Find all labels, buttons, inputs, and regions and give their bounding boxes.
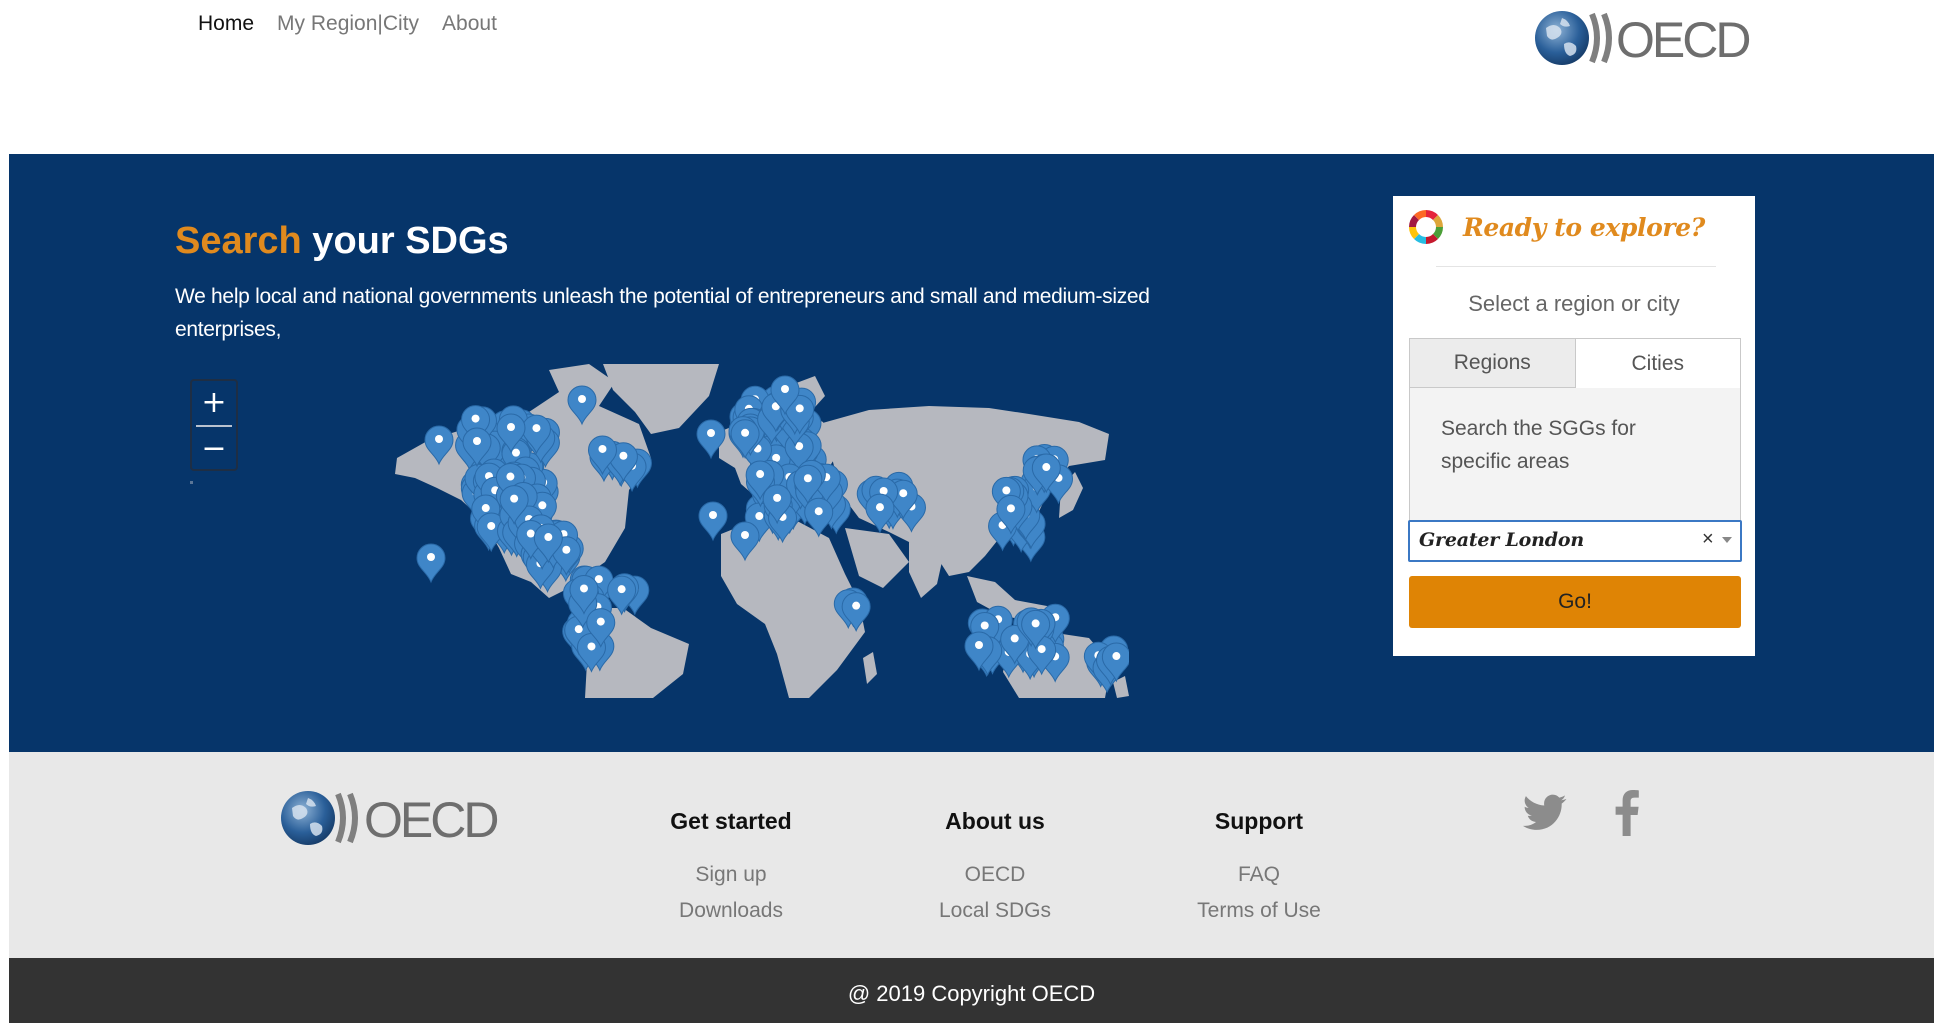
map-marker-dot: [526, 529, 535, 538]
map-marker-dot: [773, 493, 782, 502]
region-city-tabs: Regions Cities: [1409, 338, 1741, 388]
panel-divider: [1436, 266, 1716, 267]
hero-section: Search your SDGs We help local and natio…: [9, 154, 1934, 752]
map-marker-dot: [1006, 504, 1015, 513]
facebook-icon[interactable]: [1615, 790, 1639, 836]
map-marker-dot: [619, 451, 628, 460]
zoom-in-button[interactable]: +: [192, 381, 236, 425]
copyright-bar: @ 2019 Copyright OECD: [9, 958, 1934, 1023]
map-zoom-control: + −: [190, 379, 238, 471]
oecd-logo-text: OECD: [1616, 12, 1749, 68]
map-marker-dot: [578, 395, 586, 403]
tab-regions[interactable]: Regions: [1409, 338, 1576, 388]
map-marker-dot: [781, 385, 789, 393]
dropdown-arrow-icon[interactable]: [1722, 537, 1732, 543]
map-marker-dot: [507, 423, 515, 431]
map-marker-dot: [709, 511, 717, 519]
world-map[interactable]: [389, 362, 1129, 698]
oecd-logo-footer[interactable]: OECD: [278, 784, 514, 853]
map-marker-dot: [755, 512, 764, 521]
map-marker-dot: [596, 617, 605, 626]
panel-subtitle: Select a region or city: [1468, 291, 1680, 316]
footer-column-get-started: Get started Sign up Downloads: [629, 808, 833, 929]
map-marker-dot: [795, 404, 804, 413]
hero-title-accent: Search: [175, 220, 302, 262]
footer: OECD Get started Sign up Downloads About…: [9, 752, 1934, 958]
sdg-wheel-icon: [1409, 210, 1443, 244]
map-marker-pin: [416, 543, 446, 584]
nav-about[interactable]: About: [442, 12, 497, 36]
footer-heading-get-started: Get started: [670, 808, 792, 834]
footer-link-local-sdgs[interactable]: Local SDGs: [893, 893, 1097, 929]
oecd-globe-icon: [1535, 11, 1612, 65]
city-select-value: Greater London: [1419, 529, 1584, 551]
explore-panel: Ready to explore? Select a region or cit…: [1393, 196, 1755, 656]
map-marker-dot: [852, 601, 861, 610]
tab-content: Search the SGGs for specific areas: [1409, 388, 1741, 521]
oecd-globe-icon: [281, 791, 358, 845]
footer-link-terms-of-use[interactable]: Terms of Use: [1157, 893, 1361, 929]
map-marker-dot: [803, 474, 812, 483]
map-marker-dot: [544, 533, 553, 542]
footer-link-sign-up[interactable]: Sign up: [629, 857, 833, 893]
top-navigation: Home My Region|City About: [198, 12, 497, 36]
city-select[interactable]: Greater London ×: [1408, 520, 1742, 562]
map-marker-dot: [975, 641, 983, 649]
map-marker-dot: [1002, 486, 1011, 495]
map-marker-dot: [1031, 619, 1040, 628]
hero-title: Search your SDGs: [175, 220, 509, 263]
map-marker-dot: [574, 625, 583, 634]
tab-content-text: Search the SGGs for specific areas: [1441, 417, 1636, 473]
footer-heading-support: Support: [1214, 808, 1304, 834]
hero-description: We help local and national governments u…: [175, 285, 1150, 341]
map-marker-dot: [510, 494, 519, 503]
map-marker-dot: [538, 501, 547, 510]
map-marker-dot: [427, 553, 435, 561]
map-marker-dot: [435, 435, 443, 443]
zoom-out-button[interactable]: −: [192, 427, 236, 471]
footer-column-support: Support FAQ Terms of Use: [1157, 808, 1361, 929]
map-attribution-dot: [190, 481, 193, 484]
footer-link-oecd[interactable]: OECD: [893, 857, 1097, 893]
map-marker-dot: [471, 414, 480, 423]
map-marker-dot: [1037, 645, 1046, 654]
nav-my-region-city[interactable]: My Region|City: [277, 12, 419, 36]
map-marker-dot: [617, 585, 626, 594]
map-marker-dot: [899, 489, 908, 498]
footer-link-faq[interactable]: FAQ: [1157, 857, 1361, 893]
map-marker-dot: [707, 429, 715, 437]
oecd-logo-footer-text: OECD: [364, 792, 497, 848]
tab-cities[interactable]: Cities: [1575, 338, 1741, 388]
map-marker-dot: [741, 531, 749, 539]
footer-heading-about-us: About us: [945, 808, 1045, 834]
map-marker-dot: [481, 504, 490, 513]
oecd-logo-header[interactable]: OECD: [1532, 4, 1762, 73]
nav-home[interactable]: Home: [198, 12, 254, 36]
map-marker-dot: [579, 584, 588, 593]
map-marker-dot: [587, 642, 596, 651]
footer-column-about-us: About us OECD Local SDGs: [893, 808, 1097, 929]
map-marker-dot: [506, 472, 515, 481]
map-marker-dot: [1010, 634, 1019, 643]
map-marker-dot: [511, 448, 520, 457]
footer-link-downloads[interactable]: Downloads: [629, 893, 833, 929]
map-marker-dot: [1042, 463, 1051, 472]
map-marker-dot: [814, 507, 823, 516]
map-marker-dot: [532, 424, 541, 433]
map-marker-dot: [741, 428, 750, 437]
panel-header: Ready to explore?: [1407, 208, 1705, 246]
map-marker-dot: [980, 621, 989, 630]
map-marker-dot: [1112, 652, 1121, 661]
map-marker-dot: [562, 545, 571, 554]
panel-title: Ready to explore?: [1463, 212, 1705, 242]
map-marker-dot: [756, 470, 765, 479]
map-marker-dot: [598, 444, 607, 453]
twitter-icon[interactable]: [1523, 794, 1567, 832]
map-marker-dot: [487, 521, 496, 530]
go-button[interactable]: Go!: [1409, 576, 1741, 628]
map-marker-dot: [473, 437, 481, 445]
map-marker-dot: [875, 503, 884, 512]
hero-title-rest: your SDGs: [301, 220, 509, 262]
clear-selection-icon[interactable]: ×: [1702, 528, 1714, 551]
